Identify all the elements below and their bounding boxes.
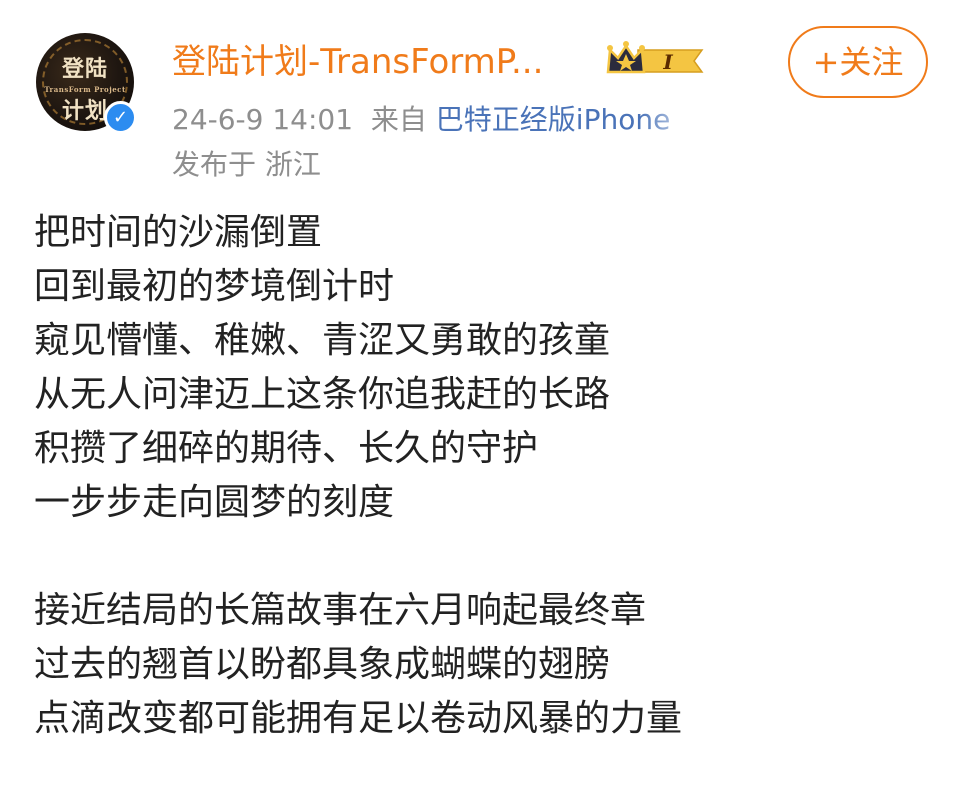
vip-crown-icon[interactable]: I <box>604 40 708 82</box>
post-meta: 24-6-9 14:01 来自 巴特正经版iPhone <box>172 100 670 140</box>
paragraph: 把时间的沙漏倒置 回到最初的梦境倒计时 窥见懵懂、稚嫩、青涩又勇敢的孩童 从无人… <box>34 206 940 530</box>
text-line: 从无人问津迈上这条你追我赶的长路 <box>34 374 611 415</box>
paragraph: 接近结局的长篇故事在六月响起最终章 过去的翘首以盼都具象成蝴蝶的翅膀 点滴改变都… <box>34 584 940 746</box>
weibo-post: 登陆 TransForm Project 计划 ✓ 登陆计划-TransForm… <box>0 0 960 786</box>
post-datetime: 24-6-9 14:01 <box>172 103 354 136</box>
source-link[interactable]: 巴特正经版iPhone <box>436 103 671 136</box>
vip-level-text: I <box>662 50 673 74</box>
text-line: 回到最初的梦境倒计时 <box>34 266 395 307</box>
text-line: 接近结局的长篇故事在六月响起最终章 <box>34 590 647 631</box>
avatar-logo-text-top: 登陆 <box>61 56 108 82</box>
text-line: 积攒了细碎的期待、长久的守护 <box>34 428 539 469</box>
meta-fade-overlay <box>640 100 710 140</box>
verified-icon: ✓ <box>104 101 137 134</box>
post-content: 把时间的沙漏倒置 回到最初的梦境倒计时 窥见懵懂、稚嫩、青涩又勇敢的孩童 从无人… <box>34 206 940 746</box>
text-line: 点滴改变都可能拥有足以卷动风暴的力量 <box>34 698 683 739</box>
text-line: 一步步走向圆梦的刻度 <box>34 482 395 523</box>
text-line: 把时间的沙漏倒置 <box>34 212 323 253</box>
post-location: 发布于 浙江 <box>172 148 321 181</box>
follow-button[interactable]: +关注 <box>788 26 928 98</box>
source-prefix: 来自 <box>370 103 427 136</box>
text-line: 过去的翘首以盼都具象成蝴蝶的翅膀 <box>34 644 611 685</box>
text-line: 窥见懵懂、稚嫩、青涩又勇敢的孩童 <box>34 320 611 361</box>
author-name[interactable]: 登陆计划-TransFormP... <box>172 40 543 84</box>
